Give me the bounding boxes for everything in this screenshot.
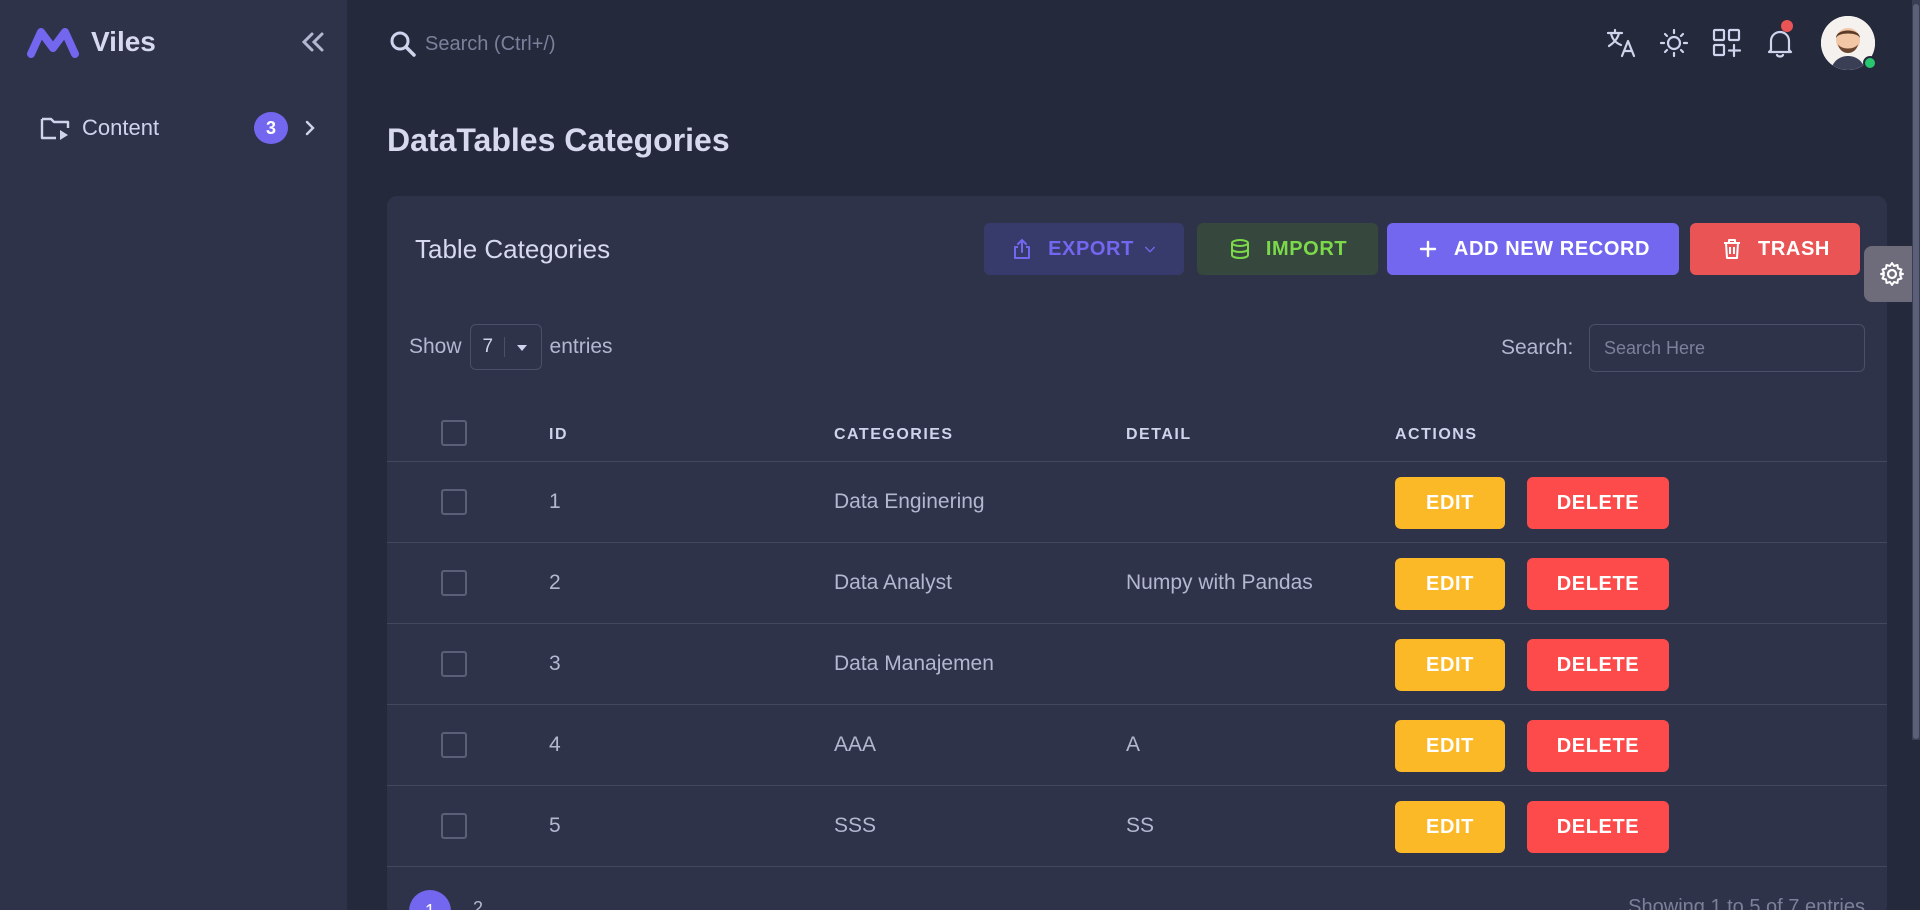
edit-button[interactable]: EDIT [1395,801,1505,853]
row-id: 5 [549,814,561,837]
bell-icon[interactable] [1763,26,1797,60]
edit-button[interactable]: EDIT [1395,477,1505,529]
page-title: DataTables Categories [387,122,730,158]
table-search-input[interactable] [1589,324,1865,372]
delete-button[interactable]: DELETE [1527,801,1669,853]
entries-select[interactable]: 7 [469,324,542,370]
sidebar: Viles Content 3 [0,0,347,910]
row-id: 4 [549,733,561,756]
row-id: 1 [549,490,561,513]
add-new-record-button[interactable]: ADD NEW RECORD [1387,223,1679,275]
export-icon [1014,238,1031,259]
plus-icon [1419,240,1437,258]
entries-length-control: Show 7 entries [409,324,613,370]
page-scrollbar-thumb[interactable] [1913,4,1919,739]
logo-icon [27,28,79,58]
column-header-id[interactable]: ID [549,426,568,444]
search-icon[interactable] [389,30,417,58]
entries-label: entries [549,335,613,358]
chevron-right-icon [305,120,315,136]
table-row: 1 Data Enginering EDIT DELETE [387,462,1887,543]
table-row: 5 SSS SS EDIT DELETE [387,786,1887,867]
apps-icon[interactable] [1710,26,1744,60]
row-detail: A [1126,733,1141,756]
sidebar-item-content[interactable]: Content 3 [40,110,320,146]
sidebar-item-badge: 3 [254,112,288,144]
row-detail: SS [1126,814,1155,837]
notification-dot [1781,20,1793,32]
card-title: Table Categories [415,234,611,264]
trash-button[interactable]: TRASH [1690,223,1860,275]
brand[interactable]: Viles [27,24,156,60]
row-id: 3 [549,652,561,675]
app-name: Viles [91,26,156,57]
row-checkbox[interactable] [441,732,467,758]
table-info: Showing 1 to 5 of 7 entries [1628,896,1865,910]
theme-icon[interactable] [1657,26,1691,60]
gear-icon [1880,262,1904,286]
translate-icon[interactable] [1605,26,1639,60]
row-checkbox[interactable] [441,651,467,677]
row-checkbox[interactable] [441,570,467,596]
row-category: AAA [834,733,877,756]
sidebar-item-label: Content [82,115,160,140]
edit-button[interactable]: EDIT [1395,720,1505,772]
table-search-label: Search: [1501,336,1574,359]
entries-select-value: 7 [482,336,494,357]
row-checkbox[interactable] [441,489,467,515]
column-header-detail[interactable]: DETAIL [1126,426,1192,444]
import-label: IMPORT [1265,237,1348,260]
delete-button[interactable]: DELETE [1527,720,1669,772]
table-row: 4 AAA A EDIT DELETE [387,705,1887,786]
table-header: ID CATEGORIES DETAIL ACTIONS [387,406,1887,462]
column-header-actions: ACTIONS [1395,426,1478,443]
trash-icon [1724,239,1741,259]
show-label: Show [409,335,462,358]
row-detail: Numpy with Pandas [1126,571,1313,594]
row-category: Data Analyst [834,571,952,594]
topbar: Search (Ctrl+/) [347,0,1920,90]
delete-button[interactable]: DELETE [1527,639,1669,691]
caret-down-icon [516,345,527,351]
delete-button[interactable]: DELETE [1527,477,1669,529]
global-search-input[interactable]: Search (Ctrl+/) [425,33,556,56]
table-row: 2 Data Analyst Numpy with Pandas EDIT DE… [387,543,1887,624]
delete-button[interactable]: DELETE [1527,558,1669,610]
table-row: 3 Data Manajemen EDIT DELETE [387,624,1887,705]
column-header-categories[interactable]: CATEGORIES [834,426,954,444]
chevron-down-icon [1144,246,1156,253]
trash-label: TRASH [1758,237,1830,260]
datatable-card: Table Categories EXPORT IMPORT ADD NEW R… [387,196,1887,910]
online-status-dot [1863,56,1877,70]
edit-button[interactable]: EDIT [1395,639,1505,691]
import-button[interactable]: IMPORT [1197,223,1378,275]
select-all-checkbox[interactable] [441,420,467,446]
row-checkbox[interactable] [441,813,467,839]
pagination-page-1[interactable]: 1 [409,890,451,910]
edit-button[interactable]: EDIT [1395,558,1505,610]
export-button[interactable]: EXPORT [984,223,1184,275]
row-id: 2 [549,571,561,594]
pagination-page-2[interactable]: 2 [473,898,483,910]
database-icon [1230,239,1249,260]
row-category: Data Manajemen [834,652,994,675]
add-label: ADD NEW RECORD [1453,237,1651,260]
export-label: EXPORT [1048,237,1134,260]
select-divider [503,337,505,357]
folder-icon [40,117,70,140]
row-category: Data Enginering [834,490,985,513]
collapse-sidebar-icon[interactable] [298,26,326,58]
row-category: SSS [834,814,877,837]
